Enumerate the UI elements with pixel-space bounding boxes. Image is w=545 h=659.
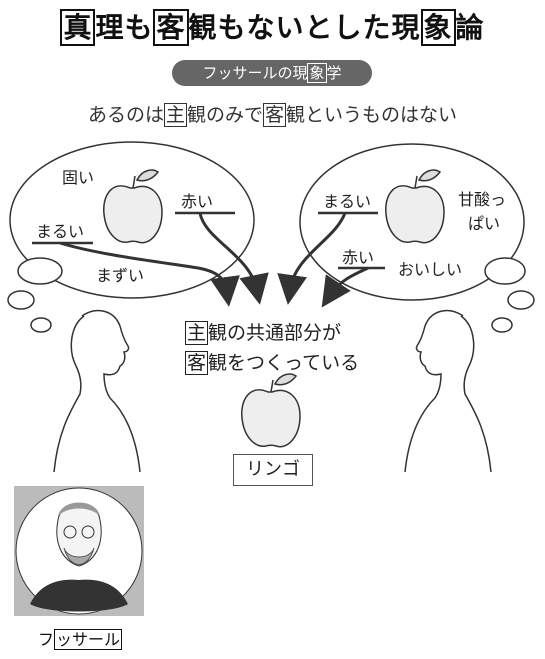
label-sweet-sour-1: 甘酸っ [458,190,507,209]
label-round-right: まるい [323,192,372,211]
label-round-left: まるい [36,222,85,241]
right-person-icon [404,309,492,473]
label-red-right: 赤い [342,248,375,267]
husserl-portrait [14,486,144,616]
center-text-line-1: 主観の共通部分が [185,321,342,345]
apple-label: リンゴ [233,454,313,486]
left-person-icon [53,309,141,473]
label-red-left: 赤い [181,192,214,211]
label-sweet-sour-2: ぱい [468,214,501,233]
label-tasty: おいしい [398,260,463,279]
center-apple-icon [241,373,301,448]
label-bad-taste: まずい [96,266,145,285]
label-hard: 固い [62,168,95,187]
center-text-line-2: 客観をつくっている [185,351,360,375]
portrait-caption: フッサール [38,629,123,650]
